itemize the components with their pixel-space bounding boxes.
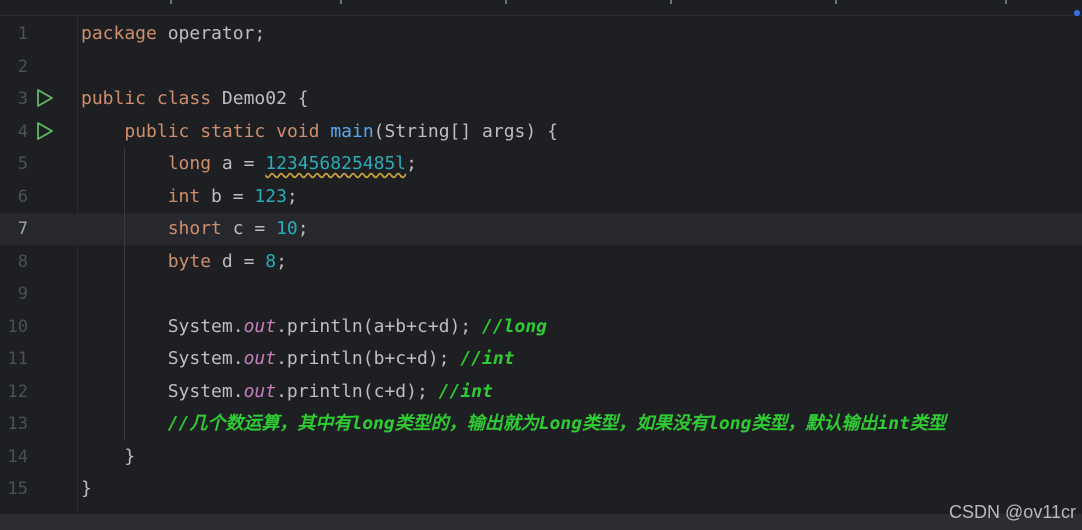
code-text[interactable]: System.out.println(c+d); //int (81, 380, 493, 404)
code-line[interactable]: 4 public static void main(String[] args)… (0, 116, 1082, 148)
code-text[interactable]: public class Demo02 { (81, 87, 309, 111)
code-token: System. (81, 380, 244, 402)
code-token: a = (211, 153, 266, 174)
line-number: 10 (7, 316, 28, 337)
line-number: 3 (17, 89, 28, 109)
line-number: 2 (17, 56, 28, 77)
code-text[interactable]: //几个数运算，其中有long类型的，输出就为Long类型，如果没有long类型… (81, 412, 946, 436)
code-token: //几个数运算，其中有long类型的，输出就为Long类型，如果没有long类型… (167, 413, 946, 434)
code-token: operator; (156, 23, 266, 44)
code-text[interactable]: System.out.println(a+b+c+d); //long (81, 315, 547, 339)
inspection-indicator[interactable] (1074, 10, 1080, 16)
code-token: .println(b+c+d); (276, 348, 461, 369)
code-token: ; (406, 153, 417, 174)
code-token: ; (286, 185, 298, 207)
code-token: 10 (276, 218, 298, 239)
code-token: byte (167, 250, 212, 272)
code-line[interactable]: 5 long a = 123456825485l; (0, 148, 1082, 180)
code-token: class (156, 88, 212, 109)
code-token: //int (438, 380, 493, 402)
run-triangle-icon[interactable] (36, 88, 54, 108)
code-line[interactable]: 2 (0, 51, 1082, 83)
code-token: d = (211, 250, 266, 272)
code-token: int (167, 185, 201, 207)
code-token: System. (81, 315, 244, 337)
code-token: 123 (254, 185, 287, 207)
code-token: out (243, 315, 277, 337)
code-line[interactable]: 13 //几个数运算，其中有long类型的，输出就为Long类型，如果没有lon… (0, 408, 1082, 440)
line-number: 7 (17, 219, 28, 239)
line-number: 5 (17, 154, 28, 174)
code-line[interactable]: 8 byte d = 8; (0, 246, 1082, 278)
code-token: 123456825485l (265, 153, 407, 174)
code-token: (String[] args) { (373, 120, 558, 142)
code-line[interactable]: 7 short c = 10; (0, 213, 1082, 245)
line-number: 1 (17, 24, 28, 44)
line-number: 14 (7, 446, 28, 467)
code-line[interactable]: 15} (0, 473, 1082, 505)
code-text[interactable]: int b = 123; (81, 185, 298, 209)
code-text[interactable]: byte d = 8; (81, 250, 287, 274)
line-number: 13 (7, 414, 28, 434)
code-token: long (167, 153, 212, 174)
code-text[interactable]: package operator; (81, 22, 265, 46)
code-token: public (124, 120, 190, 142)
code-token: package (81, 23, 157, 44)
code-token: c = (221, 218, 277, 239)
code-text[interactable]: short c = 10; (81, 217, 309, 241)
code-token: ; (276, 250, 287, 272)
code-line[interactable]: 3 public class Demo02 { (0, 83, 1082, 115)
code-token: main (330, 120, 374, 142)
code-text[interactable]: long a = 123456825485l; (81, 152, 417, 176)
line-number: 12 (7, 381, 28, 402)
code-editor[interactable]: 1 package operator; 2 3 public class Demo02 … (0, 0, 1082, 530)
code-token: out (243, 380, 277, 402)
line-number: 15 (7, 479, 28, 499)
horizontal-scrollbar[interactable] (0, 514, 1082, 530)
code-token: //int (460, 348, 515, 369)
code-token: .println(c+d); (276, 380, 439, 402)
code-token: 8 (265, 250, 277, 272)
code-token: static (200, 120, 266, 142)
code-line[interactable]: 6 int b = 123; (0, 181, 1082, 213)
code-token: out (243, 348, 277, 369)
code-line[interactable]: 11 System.out.println(b+c+d); //int (0, 343, 1082, 375)
code-token: b = (200, 185, 255, 207)
code-text[interactable]: public static void main(String[] args) { (81, 120, 558, 144)
watermark: CSDN @ov11cr (949, 502, 1076, 522)
code-token: System. (81, 348, 244, 369)
code-line[interactable]: 10 System.out.println(a+b+c+d); //long (0, 311, 1082, 343)
line-number: 11 (7, 349, 28, 369)
code-token: } (81, 478, 92, 499)
run-triangle-icon[interactable] (36, 121, 54, 141)
code-token: } (81, 445, 136, 467)
code-text[interactable]: System.out.println(b+c+d); //int (81, 347, 515, 371)
editor-top-strip (0, 0, 1082, 16)
code-token: .println(a+b+c+d); (276, 315, 482, 337)
code-text[interactable]: } (81, 477, 92, 501)
code-token: Demo02 { (211, 88, 309, 109)
code-line[interactable]: 12 System.out.println(c+d); //int (0, 376, 1082, 408)
indent-guide-method (124, 148, 125, 441)
code-token: public (81, 88, 147, 109)
code-token: void (276, 120, 320, 142)
code-line[interactable]: 1 package operator; (0, 18, 1082, 50)
code-text[interactable]: } (81, 445, 135, 469)
code-line[interactable]: 14 } (0, 441, 1082, 473)
code-line[interactable]: 9 (0, 278, 1082, 310)
code-token: short (167, 218, 222, 239)
line-number: 8 (17, 251, 28, 272)
line-number: 9 (17, 284, 28, 304)
line-number: 4 (17, 121, 28, 142)
code-token: ; (297, 218, 309, 239)
code-token: //long (481, 315, 548, 337)
line-number: 6 (17, 186, 28, 207)
